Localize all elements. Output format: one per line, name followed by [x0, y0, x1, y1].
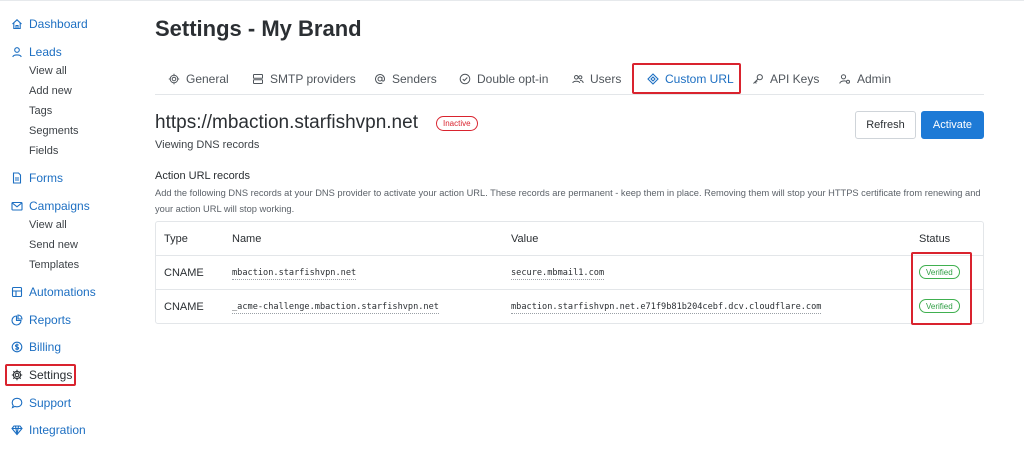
record-type: CNAME — [164, 301, 204, 313]
dns-records-table: Type Name Value Status CNAME mbaction.st… — [155, 221, 984, 324]
column-header-status: Status — [919, 233, 951, 245]
status-badge-verified: Verified — [919, 265, 960, 279]
tab-general[interactable]: General — [168, 64, 229, 94]
sidebar-item-label: Dashboard — [29, 17, 88, 31]
sidebar-subitem-campaigns-templates[interactable]: Templates — [29, 259, 79, 275]
key-icon — [752, 73, 764, 85]
sidebar-subitem-leads-view-all[interactable]: View all — [29, 65, 67, 81]
refresh-button[interactable]: Refresh — [855, 111, 916, 139]
tab-label: API Keys — [770, 72, 820, 86]
sidebar: Dashboard Leads View all Add new Tags Se… — [0, 0, 140, 452]
sidebar-item-dashboard[interactable]: Dashboard — [11, 14, 88, 34]
envelope-icon — [11, 200, 23, 212]
column-header-value: Value — [511, 233, 539, 245]
server-icon — [252, 73, 264, 85]
user-icon — [11, 46, 23, 58]
check-circle-icon — [459, 73, 471, 85]
status-badge-inactive: Inactive — [436, 116, 478, 131]
dns-records-subtitle: Viewing DNS records — [155, 139, 260, 151]
settings-tabs: General SMTP providers Senders Double op… — [155, 64, 984, 95]
column-header-name: Name — [232, 233, 262, 245]
column-header-type: Type — [164, 233, 188, 245]
domain-url: https://mbaction.starfishvpn.net — [155, 112, 418, 133]
sidebar-subitem-leads-add-new[interactable]: Add new — [29, 85, 72, 101]
sidebar-subitem-leads-tags[interactable]: Tags — [29, 105, 52, 121]
sidebar-subitem-campaigns-send-new[interactable]: Send new — [29, 239, 78, 255]
sidebar-item-label: Settings — [29, 368, 73, 382]
automation-icon — [11, 286, 23, 298]
at-sign-icon — [374, 73, 386, 85]
tab-users[interactable]: Users — [572, 64, 621, 94]
tab-senders[interactable]: Senders — [374, 64, 437, 94]
sidebar-item-label: Automations — [29, 285, 96, 299]
tab-admin[interactable]: Admin — [839, 64, 891, 94]
sidebar-item-integration[interactable]: Integration — [11, 420, 86, 440]
record-value[interactable]: secure.mbmail1.com — [511, 268, 605, 280]
page-title: Settings - My Brand — [155, 16, 362, 41]
sidebar-item-automations[interactable]: Automations — [11, 282, 96, 302]
tab-label: Admin — [857, 72, 892, 86]
tab-custom-url[interactable]: Custom URL — [647, 64, 734, 94]
sidebar-subitem-leads-segments[interactable]: Segments — [29, 125, 79, 141]
record-name[interactable]: mbaction.starfishvpn.net — [232, 268, 357, 280]
sidebar-item-reports[interactable]: Reports — [11, 310, 71, 330]
sidebar-item-campaigns[interactable]: Campaigns — [11, 196, 90, 216]
sidebar-item-label: Integration — [29, 423, 86, 437]
table-row: CNAME _acme-challenge.mbaction.starfishv… — [156, 289, 983, 323]
record-name[interactable]: _acme-challenge.mbaction.starfishvpn.net — [232, 302, 439, 314]
section-title: Action URL records — [155, 170, 250, 182]
chat-bubble-icon — [11, 397, 23, 409]
users-icon — [572, 73, 584, 85]
sidebar-item-label: Forms — [29, 171, 63, 185]
section-description: Add the following DNS records at your DN… — [155, 188, 981, 214]
activate-button[interactable]: Activate — [921, 111, 984, 139]
top-border — [0, 0, 1024, 1]
gear-icon — [11, 369, 23, 381]
tab-label: SMTP providers — [270, 72, 356, 86]
tab-label: Double opt-in — [477, 72, 549, 86]
status-badge-verified: Verified — [919, 299, 960, 313]
sidebar-item-leads[interactable]: Leads — [11, 42, 62, 62]
tab-smtp-providers[interactable]: SMTP providers — [252, 64, 356, 94]
sidebar-item-settings[interactable]: Settings — [11, 365, 72, 385]
dollar-circle-icon — [11, 341, 23, 353]
tab-double-opt-in[interactable]: Double opt-in — [459, 64, 548, 94]
tab-label: Custom URL — [665, 72, 734, 86]
sidebar-item-label: Reports — [29, 313, 72, 327]
tab-label: General — [186, 72, 229, 86]
chart-pie-icon — [11, 314, 23, 326]
diamond-icon — [11, 424, 23, 436]
diamond-icon — [647, 73, 659, 85]
sidebar-subitem-leads-fields[interactable]: Fields — [29, 145, 58, 161]
record-value[interactable]: mbaction.starfishvpn.net.e71f9b81b204ceb… — [511, 302, 822, 314]
tab-api-keys[interactable]: API Keys — [752, 64, 819, 94]
document-icon — [11, 172, 23, 184]
record-type: CNAME — [164, 267, 204, 279]
user-gear-icon — [839, 73, 851, 85]
sidebar-item-label: Billing — [29, 340, 62, 354]
home-icon — [11, 18, 23, 30]
sidebar-item-support[interactable]: Support — [11, 393, 71, 413]
sidebar-item-billing[interactable]: Billing — [11, 337, 61, 357]
sidebar-item-forms[interactable]: Forms — [11, 168, 63, 188]
sidebar-item-label: Support — [29, 396, 72, 410]
sidebar-subitem-campaigns-view-all[interactable]: View all — [29, 219, 67, 235]
tab-label: Users — [590, 72, 622, 86]
table-row: CNAME mbaction.starfishvpn.net secure.mb… — [156, 255, 983, 289]
gear-icon — [168, 73, 180, 85]
sidebar-item-label: Campaigns — [29, 199, 90, 213]
tab-label: Senders — [392, 72, 437, 86]
sidebar-item-label: Leads — [29, 45, 62, 59]
